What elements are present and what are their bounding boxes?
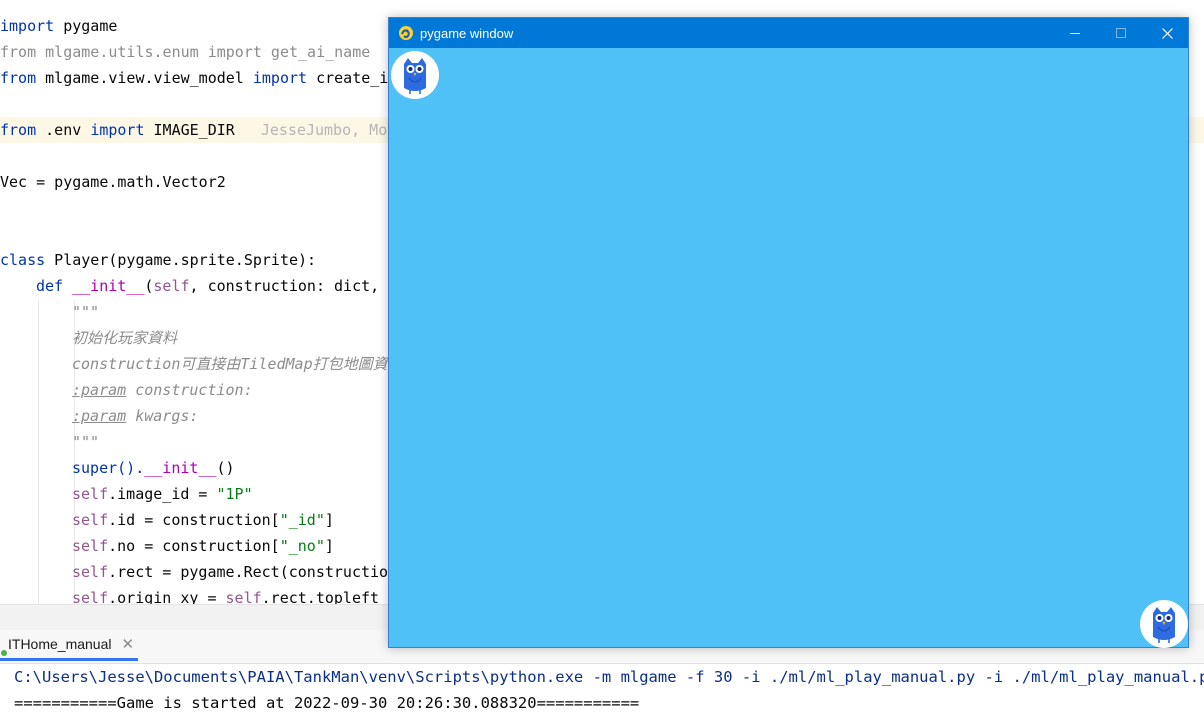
self-keyword: self <box>72 563 109 581</box>
function-name: __init__ <box>144 459 217 477</box>
code-text: () <box>216 459 235 477</box>
console-command-line: C:\Users\Jesse\Documents\PAIA\TankMan\ve… <box>14 668 1204 686</box>
code-line: from mlgame.view.view_model import creat… <box>0 65 388 91</box>
code-line: self.id = construction["_id"] <box>0 507 334 533</box>
keyword: from <box>0 69 37 87</box>
maximize-icon <box>1115 27 1126 38</box>
code-text: .origin_xy = <box>108 589 226 604</box>
minimize-icon <box>1069 32 1080 34</box>
code-text: .no = construction[ <box>108 537 280 555</box>
keyword: class <box>0 251 46 269</box>
builtin: super(). <box>72 459 145 477</box>
run-console[interactable]: C:\Users\Jesse\Documents\PAIA\TankMan\ve… <box>0 664 1204 715</box>
code-text: .env <box>36 121 91 139</box>
docstring-line: construction可直接由TiledMap打包地圖資 <box>72 355 388 373</box>
close-icon[interactable]: ✕ <box>122 635 135 653</box>
docstring-line: 初始化玩家資料 <box>72 329 178 347</box>
code-line: self.image_id = "1P" <box>0 481 253 507</box>
pygame-window: pygame window <box>388 17 1189 648</box>
code-text: IMAGE_DIR <box>144 121 235 139</box>
code-text: mlgame.view.view_model <box>36 69 253 87</box>
docstring-line: """ <box>72 303 100 321</box>
code-text: ] <box>324 511 334 529</box>
code-text: ] <box>324 537 334 555</box>
git-blame-hint: JesseJumbo, Mo <box>260 121 388 139</box>
code-text: .rect.topleft <box>261 589 380 604</box>
running-indicator-icon <box>1 650 7 656</box>
string-literal: "1P" <box>216 485 253 503</box>
keyword: import <box>0 17 55 35</box>
self-keyword: self <box>72 537 109 555</box>
keyword: import <box>90 121 145 139</box>
docstring-line: :param kwargs: <box>0 403 198 429</box>
string-literal: "_no" <box>279 537 325 555</box>
player2-owl-avatar-icon <box>1140 600 1188 648</box>
self-keyword: self <box>72 485 109 503</box>
code-line: def __init__(self, construction: dict, <box>0 273 379 299</box>
console-output-line: ===========Game is started at 2022-09-30… <box>14 694 640 712</box>
docstring-text: construction: <box>126 381 253 399</box>
doc-tag: :param <box>72 407 127 425</box>
code-line: self.no = construction["_no"] <box>0 533 334 559</box>
close-icon <box>1161 27 1173 39</box>
code-text: pygame <box>54 17 118 35</box>
maximize-button[interactable] <box>1098 18 1144 48</box>
code-text: , construction: dict, <box>189 277 380 295</box>
code-line: super().__init__() <box>0 455 235 481</box>
self-keyword: self <box>72 511 109 529</box>
code-text: .image_id = <box>108 485 217 503</box>
close-button[interactable] <box>1144 18 1190 48</box>
window-titlebar[interactable]: pygame window <box>389 18 1188 48</box>
code-text: .rect = pygame.Rect(constructio <box>108 563 389 581</box>
code-text: Player(pygame.sprite.Sprite): <box>45 251 317 269</box>
self-keyword: self <box>225 589 262 604</box>
self-keyword: self <box>153 277 190 295</box>
code-line: Vec = pygame.math.Vector2 <box>0 173 226 191</box>
code-line: self.rect = pygame.Rect(constructio <box>0 559 388 585</box>
string-literal: "_id" <box>279 511 325 529</box>
run-tab-ithome-manual[interactable]: ITHome_manual ✕ <box>0 630 138 661</box>
function-name: __init__ <box>63 277 145 295</box>
keyword: def <box>36 277 64 295</box>
docstring-text: kwargs: <box>126 407 199 425</box>
code-line: self.origin_xy = self.rect.topleft <box>0 585 379 604</box>
minimize-button[interactable] <box>1052 18 1098 48</box>
doc-tag: :param <box>72 381 127 399</box>
pygame-snake-icon <box>399 26 413 40</box>
docstring-line: :param construction: <box>0 377 253 403</box>
code-text: create_i <box>307 69 389 87</box>
code-text: .id = construction[ <box>108 511 280 529</box>
player1-owl-avatar-icon <box>391 51 439 99</box>
code-line: import pygame <box>0 13 117 39</box>
code-line: class Player(pygame.sprite.Sprite): <box>0 247 316 273</box>
keyword: from <box>0 121 37 139</box>
keyword: import <box>252 69 308 87</box>
window-title: pygame window <box>420 26 514 41</box>
run-tab-label: ITHome_manual <box>8 636 112 652</box>
docstring-line: """ <box>72 433 100 451</box>
code-line: from mlgame.utils.enum import get_ai_nam… <box>0 43 371 61</box>
self-keyword: self <box>72 589 109 604</box>
